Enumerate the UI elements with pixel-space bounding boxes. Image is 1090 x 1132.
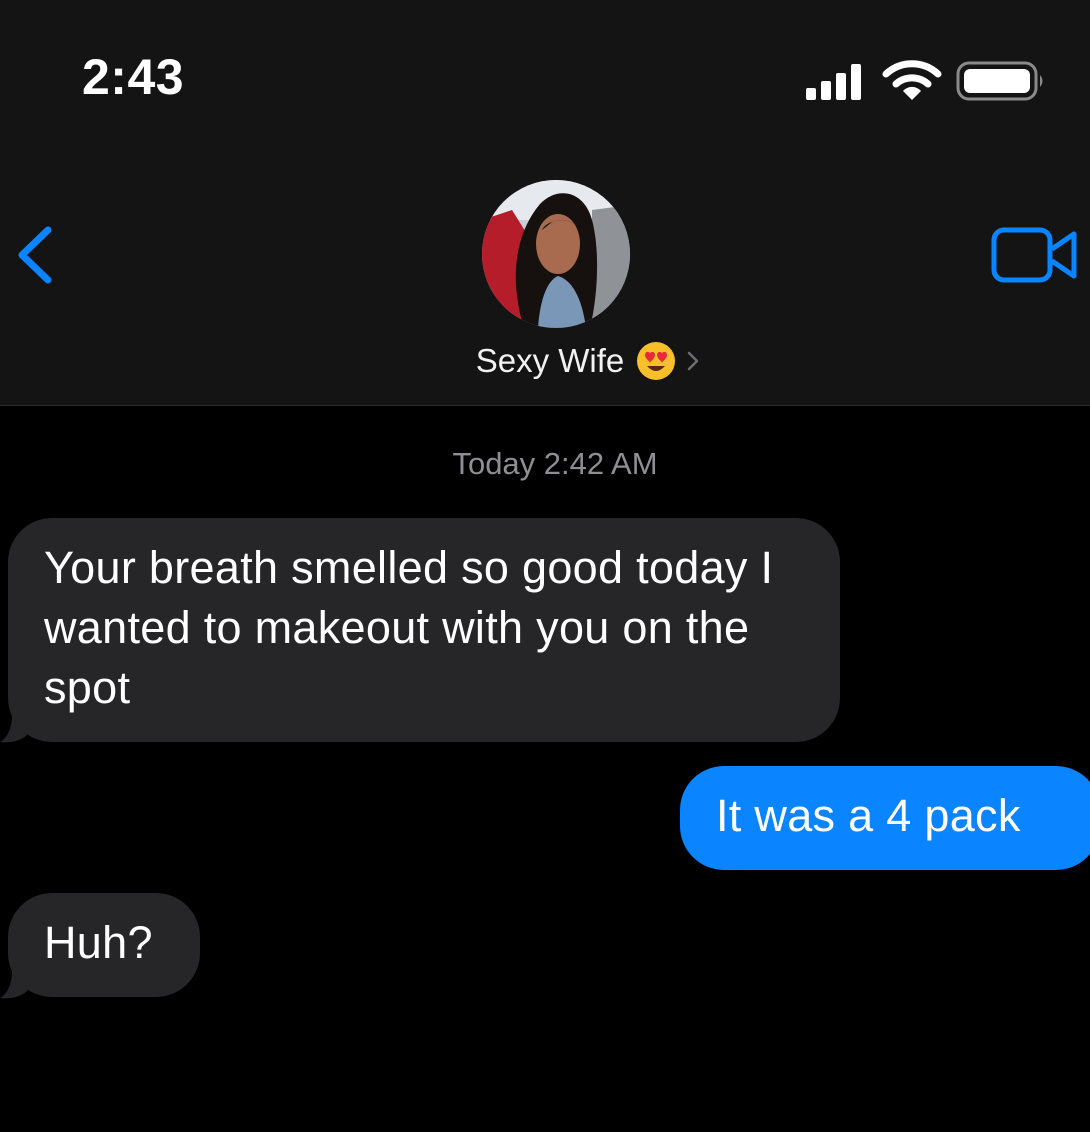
back-button[interactable] <box>10 222 60 288</box>
contact-avatar[interactable] <box>482 180 630 328</box>
message-bubble-received[interactable]: Your breath smelled so good today I want… <box>8 518 840 742</box>
video-call-button[interactable] <box>990 224 1080 286</box>
heart-eyes-emoji-icon <box>637 342 676 380</box>
cellular-signal-icon <box>806 62 866 100</box>
message-text: Huh? <box>44 917 153 968</box>
wifi-icon <box>882 60 942 100</box>
conversation-timestamp: Today 2:42 AM <box>452 446 658 481</box>
contact-name-row[interactable]: Sexy Wife <box>0 338 1090 384</box>
battery-icon <box>956 61 1043 101</box>
video-camera-icon <box>991 227 1077 283</box>
chevron-left-icon <box>18 226 52 284</box>
message-bubble-sent[interactable]: It was a 4 pack <box>680 766 1090 870</box>
message-text: Your breath smelled so good today I want… <box>44 542 774 713</box>
conversation-header: 2:43 Sexy Wife <box>0 0 1090 406</box>
contact-name: Sexy Wife <box>475 342 625 379</box>
message-bubble-received[interactable]: Huh? <box>8 893 200 997</box>
chevron-right-icon <box>688 351 699 371</box>
status-bar-time: 2:43 <box>82 49 185 105</box>
message-text: It was a 4 pack <box>716 790 1021 841</box>
